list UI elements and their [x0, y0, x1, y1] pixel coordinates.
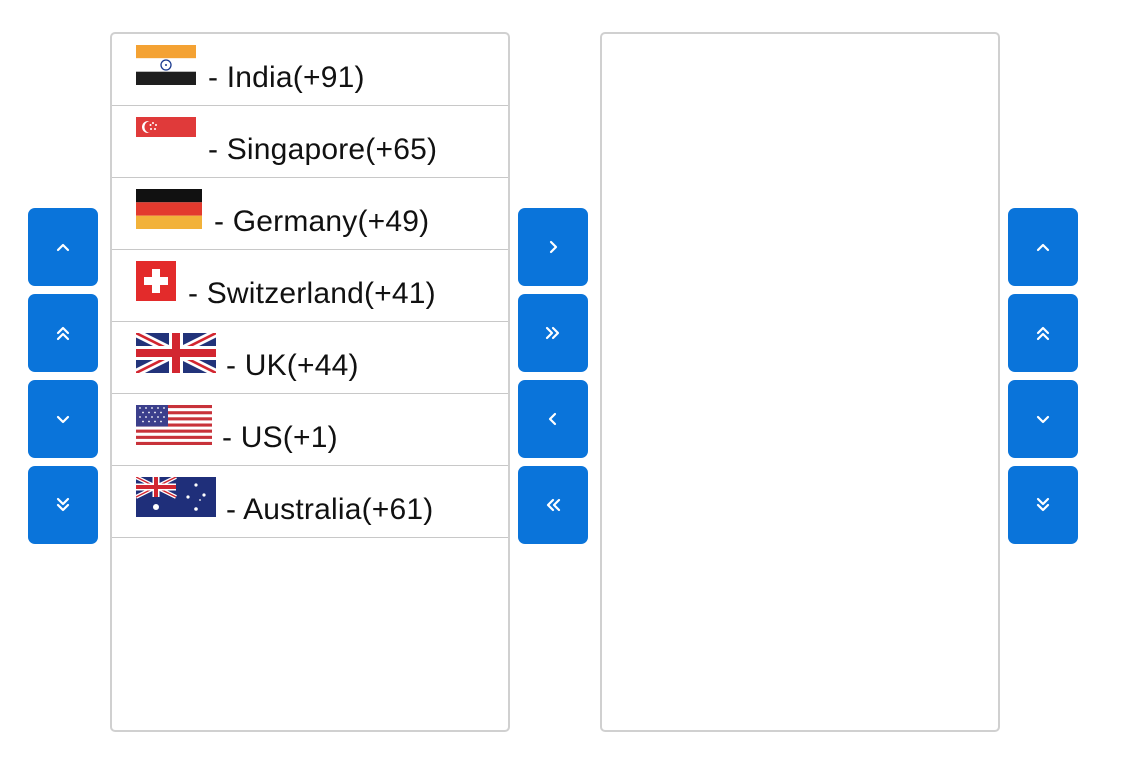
uk-flag-icon — [136, 333, 216, 373]
germany-flag-icon — [136, 189, 202, 229]
double-chevron-up-icon — [1036, 326, 1050, 341]
list-item-label: - Switzerland(+41) — [188, 277, 436, 310]
source-list[interactable]: - India(+91) - Singapore(+65) - Germany(… — [110, 32, 510, 732]
singapore-flag-icon — [136, 117, 196, 137]
list-item-label: - Germany(+49) — [214, 205, 430, 238]
chevron-down-icon — [56, 415, 70, 424]
list-item-label: - UK(+44) — [226, 349, 359, 382]
double-chevron-down-icon — [1036, 497, 1050, 512]
list-item-germany[interactable]: - Germany(+49) — [112, 178, 508, 250]
chevron-up-icon — [56, 243, 70, 252]
list-item-label: - Singapore(+65) — [208, 133, 438, 166]
list-item-india[interactable]: - India(+91) — [112, 34, 508, 106]
target-list[interactable] — [600, 32, 1000, 732]
move-to-source-button[interactable] — [518, 380, 588, 458]
list-item-singapore[interactable]: - Singapore(+65) — [112, 106, 508, 178]
move-all-to-target-button[interactable] — [518, 294, 588, 372]
double-chevron-left-icon — [546, 498, 561, 512]
switzerland-flag-icon — [136, 261, 176, 301]
source-move-top-button[interactable] — [28, 294, 98, 372]
source-move-up-button[interactable] — [28, 208, 98, 286]
target-move-bottom-button[interactable] — [1008, 466, 1078, 544]
double-chevron-down-icon — [56, 497, 70, 512]
source-move-bottom-button[interactable] — [28, 466, 98, 544]
target-move-top-button[interactable] — [1008, 294, 1078, 372]
india-flag-icon — [136, 45, 196, 85]
chevron-right-icon — [549, 240, 558, 254]
move-all-to-source-button[interactable] — [518, 466, 588, 544]
list-item-label: - India(+91) — [208, 61, 365, 94]
chevron-left-icon — [548, 412, 557, 426]
list-item-uk[interactable]: - UK(+44) — [112, 322, 508, 394]
list-item-switzerland[interactable]: - Switzerland(+41) — [112, 250, 508, 322]
us-flag-icon — [136, 405, 212, 445]
double-chevron-right-icon — [545, 326, 560, 340]
list-item-australia[interactable]: - Australia(+61) — [112, 466, 508, 538]
picklist-widget: - India(+91) - Singapore(+65) - Germany(… — [0, 0, 1134, 772]
double-chevron-up-icon — [56, 326, 70, 341]
target-move-down-button[interactable] — [1008, 380, 1078, 458]
chevron-up-icon — [1036, 243, 1050, 252]
move-to-target-button[interactable] — [518, 208, 588, 286]
list-item-label: - US(+1) — [222, 421, 338, 454]
chevron-down-icon — [1036, 415, 1050, 424]
list-item-label: - Australia(+61) — [226, 493, 434, 526]
list-item-us[interactable]: - US(+1) — [112, 394, 508, 466]
source-move-down-button[interactable] — [28, 380, 98, 458]
target-move-up-button[interactable] — [1008, 208, 1078, 286]
australia-flag-icon — [136, 477, 216, 517]
